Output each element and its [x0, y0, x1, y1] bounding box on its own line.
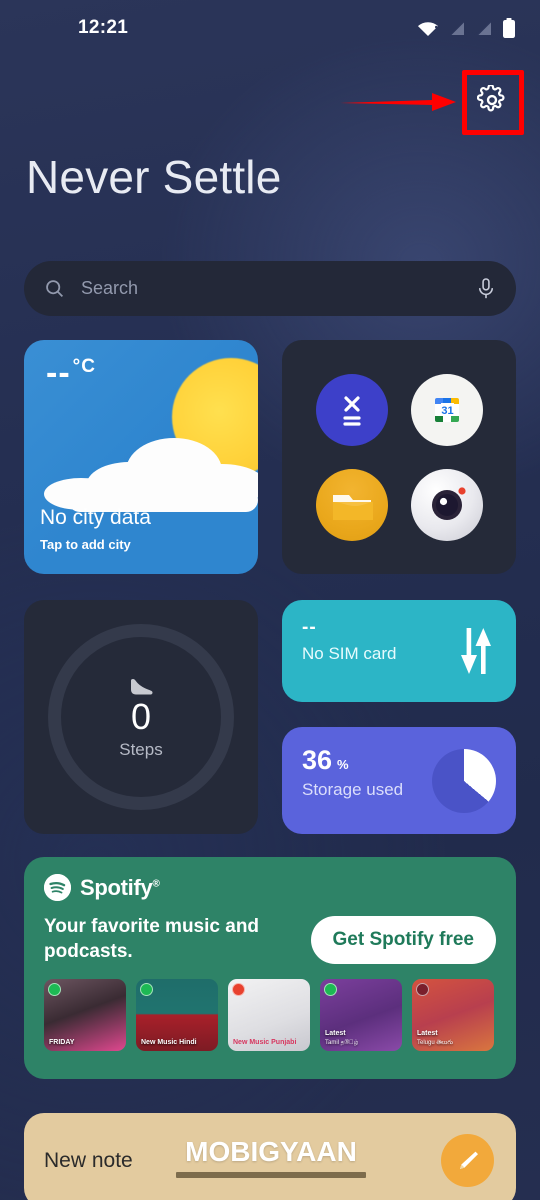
- temperature-unit: °C: [72, 356, 96, 377]
- app-icon-calculator[interactable]: [315, 373, 388, 446]
- spotify-badge-icon: [140, 983, 153, 997]
- settings-gear-button[interactable]: [466, 78, 518, 122]
- status-icons: [417, 18, 516, 38]
- playlist-title: FRIDAY: [49, 1038, 75, 1046]
- camera-icon: [431, 486, 466, 520]
- storage-pie-chart: [432, 749, 496, 813]
- new-note-button[interactable]: [441, 1134, 494, 1187]
- wifi-icon: [418, 22, 438, 36]
- note-widget[interactable]: New note: [24, 1113, 516, 1200]
- playlist-title: New Music Hindi: [141, 1038, 197, 1046]
- gear-icon[interactable]: [477, 85, 507, 115]
- spotify-thumbnail-row: FRIDAY New Music Hindi New Music Punjabi…: [44, 979, 496, 1052]
- playlist-thumbnail[interactable]: Latest Telugu తెలుగు: [412, 979, 494, 1052]
- spotify-brand: Spotify®: [80, 874, 160, 900]
- page-title: Never Settle: [26, 151, 282, 203]
- app-icon-files[interactable]: [315, 468, 388, 541]
- steps-label: Steps: [119, 739, 163, 759]
- steps-widget[interactable]: 0 Steps: [24, 600, 258, 834]
- app-icon-calendar[interactable]: 31: [410, 373, 483, 446]
- spotify-trademark: ®: [152, 878, 160, 890]
- signal-off-icon: [476, 20, 492, 36]
- sim-widget[interactable]: -- No SIM card: [282, 600, 516, 702]
- weather-city: No city data: [40, 506, 151, 529]
- new-note-label[interactable]: New note: [44, 1149, 133, 1173]
- playlist-thumbnail[interactable]: Latest Tamil த®ிழ்: [320, 979, 402, 1052]
- playlist-title: New Music Punjabi: [233, 1038, 297, 1046]
- storage-widget[interactable]: 36 % Storage used: [282, 727, 516, 834]
- data-transfer-icon: [461, 628, 491, 674]
- playlist-subtitle: Tamil த®ிழ்: [325, 1039, 359, 1046]
- weather-action-hint[interactable]: Tap to add city: [40, 537, 131, 552]
- weather-widget[interactable]: -- °C No city data Tap to add city: [24, 340, 258, 574]
- signal-off-icon: [449, 20, 465, 36]
- storage-percent-number: 36: [302, 745, 333, 775]
- spotify-header: Spotify®: [44, 874, 496, 901]
- battery-icon: [503, 18, 515, 38]
- playlist-title: Latest Tamil த®ிழ்: [325, 1029, 359, 1046]
- search-bar[interactable]: Search: [24, 261, 516, 316]
- app-icon-camera[interactable]: [410, 468, 483, 541]
- pencil-icon: [459, 1151, 478, 1169]
- spotify-tagline: Your favorite music and podcasts.: [44, 916, 260, 962]
- spotify-badge-icon: [416, 983, 429, 997]
- calculator-icon: [342, 395, 361, 426]
- spotify-badge-icon: [232, 983, 245, 997]
- svg-text:31: 31: [441, 405, 453, 417]
- spotify-badge-icon: [48, 983, 61, 997]
- playlist-thumbnail[interactable]: FRIDAY: [44, 979, 126, 1052]
- spotify-body: Your favorite music and podcasts. Get Sp…: [44, 915, 496, 964]
- shoe-icon: [131, 678, 153, 694]
- search-input[interactable]: Search: [81, 278, 476, 299]
- playlist-title: Latest Telugu తెలుగు: [417, 1029, 453, 1046]
- playlist-subtitle: Telugu తెలుగు: [417, 1039, 453, 1046]
- spotify-logo-icon: [44, 874, 71, 901]
- folder-icon: [332, 494, 373, 520]
- storage-percent-symbol: %: [337, 757, 349, 772]
- spotify-card[interactable]: Spotify® Your favorite music and podcast…: [24, 857, 516, 1079]
- annotation-arrow: [340, 93, 456, 111]
- weather-temperature: -- °C: [46, 354, 96, 393]
- playlist-thumbnail[interactable]: New Music Hindi: [136, 979, 218, 1052]
- status-time: 12:21: [78, 17, 129, 38]
- spotify-badge-icon: [324, 983, 337, 997]
- get-spotify-free-button[interactable]: Get Spotify free: [310, 915, 496, 964]
- app-folder-widget[interactable]: 31: [282, 340, 516, 574]
- status-bar: 12:21: [0, 0, 540, 56]
- steps-progress-ring: 0 Steps: [48, 624, 234, 810]
- microphone-icon[interactable]: [476, 277, 496, 301]
- search-icon: [46, 280, 63, 297]
- steps-count: 0: [130, 695, 152, 737]
- temperature-value: --: [46, 354, 71, 392]
- calendar-icon: 31: [434, 397, 459, 422]
- playlist-thumbnail[interactable]: New Music Punjabi: [228, 979, 310, 1052]
